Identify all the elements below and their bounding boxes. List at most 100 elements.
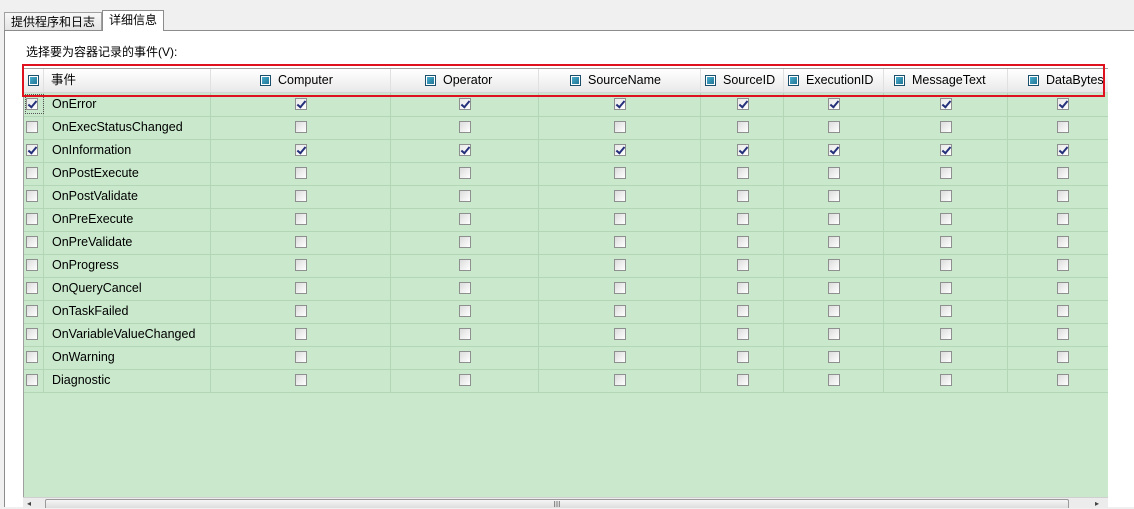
operator-checkbox[interactable] (459, 305, 471, 317)
databytes-checkbox[interactable] (1057, 121, 1069, 133)
operator-checkbox[interactable] (459, 374, 471, 386)
event-name-cell[interactable]: OnPostExecute (44, 162, 211, 185)
executionid-checkbox[interactable] (828, 98, 840, 110)
column-header-0[interactable]: 事件 (44, 69, 211, 92)
sourceid-checkbox[interactable] (737, 144, 749, 156)
sourcename-checkbox[interactable] (614, 351, 626, 363)
sourceid-checkbox[interactable] (737, 351, 749, 363)
tab-providers-and-logs[interactable]: 提供程序和日志 (4, 12, 102, 30)
sourceid-checkbox[interactable] (737, 282, 749, 294)
tab-details[interactable]: 详细信息 (102, 10, 164, 31)
computer-checkbox[interactable] (295, 236, 307, 248)
sourceid-checkbox[interactable] (737, 121, 749, 133)
computer-checkbox[interactable] (295, 167, 307, 179)
sourceid-checkbox[interactable] (737, 98, 749, 110)
column-header-4[interactable]: SourceID (701, 69, 784, 92)
column-select-checkbox[interactable] (570, 75, 581, 86)
sourcename-checkbox[interactable] (614, 282, 626, 294)
operator-checkbox[interactable] (459, 121, 471, 133)
event-name-cell[interactable]: OnPreValidate (44, 231, 211, 254)
sourcename-checkbox[interactable] (614, 236, 626, 248)
computer-checkbox[interactable] (295, 351, 307, 363)
sourcename-checkbox[interactable] (614, 374, 626, 386)
operator-checkbox[interactable] (459, 351, 471, 363)
executionid-checkbox[interactable] (828, 167, 840, 179)
sourcename-checkbox[interactable] (614, 121, 626, 133)
databytes-checkbox[interactable] (1057, 98, 1069, 110)
event-name-cell[interactable]: OnPreExecute (44, 208, 211, 231)
operator-checkbox[interactable] (459, 144, 471, 156)
messagetext-checkbox[interactable] (940, 305, 952, 317)
column-header-6[interactable]: MessageText (884, 69, 1008, 92)
databytes-checkbox[interactable] (1057, 351, 1069, 363)
operator-checkbox[interactable] (459, 98, 471, 110)
executionid-checkbox[interactable] (828, 236, 840, 248)
messagetext-checkbox[interactable] (940, 121, 952, 133)
databytes-checkbox[interactable] (1057, 282, 1069, 294)
databytes-checkbox[interactable] (1057, 190, 1069, 202)
column-header-5[interactable]: ExecutionID (784, 69, 884, 92)
sourcename-checkbox[interactable] (614, 190, 626, 202)
sourcename-checkbox[interactable] (614, 305, 626, 317)
column-select-checkbox[interactable] (1028, 75, 1039, 86)
operator-checkbox[interactable] (459, 167, 471, 179)
operator-checkbox[interactable] (459, 213, 471, 225)
databytes-checkbox[interactable] (1057, 305, 1069, 317)
executionid-checkbox[interactable] (828, 328, 840, 340)
event-enable-checkbox[interactable] (26, 328, 38, 340)
column-header-1[interactable]: Computer (211, 69, 391, 92)
databytes-checkbox[interactable] (1057, 374, 1069, 386)
event-name-cell[interactable]: OnTaskFailed (44, 300, 211, 323)
computer-checkbox[interactable] (295, 305, 307, 317)
event-enable-checkbox[interactable] (26, 213, 38, 225)
sourceid-checkbox[interactable] (737, 259, 749, 271)
event-name-cell[interactable]: OnPostValidate (44, 185, 211, 208)
column-select-checkbox[interactable] (788, 75, 799, 86)
executionid-checkbox[interactable] (828, 213, 840, 225)
operator-checkbox[interactable] (459, 236, 471, 248)
sourceid-checkbox[interactable] (737, 236, 749, 248)
column-select-checkbox[interactable] (705, 75, 716, 86)
select-all-checkbox[interactable] (28, 75, 39, 86)
event-name-cell[interactable]: OnQueryCancel (44, 277, 211, 300)
event-enable-checkbox[interactable] (26, 144, 38, 156)
column-header-3[interactable]: SourceName (539, 69, 701, 92)
executionid-checkbox[interactable] (828, 144, 840, 156)
databytes-checkbox[interactable] (1057, 259, 1069, 271)
messagetext-checkbox[interactable] (940, 190, 952, 202)
executionid-checkbox[interactable] (828, 190, 840, 202)
computer-checkbox[interactable] (295, 374, 307, 386)
event-name-cell[interactable]: OnInformation (44, 139, 211, 162)
event-enable-checkbox[interactable] (26, 190, 38, 202)
event-name-cell[interactable]: OnError (44, 93, 211, 116)
executionid-checkbox[interactable] (828, 374, 840, 386)
column-select-checkbox[interactable] (894, 75, 905, 86)
event-enable-checkbox[interactable] (26, 236, 38, 248)
sourcename-checkbox[interactable] (614, 328, 626, 340)
executionid-checkbox[interactable] (828, 305, 840, 317)
messagetext-checkbox[interactable] (940, 144, 952, 156)
databytes-checkbox[interactable] (1057, 236, 1069, 248)
sourceid-checkbox[interactable] (737, 328, 749, 340)
messagetext-checkbox[interactable] (940, 213, 952, 225)
event-enable-checkbox[interactable] (26, 259, 38, 271)
event-enable-checkbox[interactable] (26, 282, 38, 294)
computer-checkbox[interactable] (295, 259, 307, 271)
databytes-checkbox[interactable] (1057, 213, 1069, 225)
event-name-cell[interactable]: Diagnostic (44, 369, 211, 392)
databytes-checkbox[interactable] (1057, 328, 1069, 340)
sourcename-checkbox[interactable] (614, 98, 626, 110)
computer-checkbox[interactable] (295, 282, 307, 294)
sourceid-checkbox[interactable] (737, 213, 749, 225)
messagetext-checkbox[interactable] (940, 351, 952, 363)
executionid-checkbox[interactable] (828, 282, 840, 294)
column-header-2[interactable]: Operator (391, 69, 539, 92)
column-select-checkbox[interactable] (260, 75, 271, 86)
sourceid-checkbox[interactable] (737, 374, 749, 386)
executionid-checkbox[interactable] (828, 121, 840, 133)
databytes-checkbox[interactable] (1057, 144, 1069, 156)
computer-checkbox[interactable] (295, 190, 307, 202)
computer-checkbox[interactable] (295, 328, 307, 340)
sourcename-checkbox[interactable] (614, 144, 626, 156)
messagetext-checkbox[interactable] (940, 167, 952, 179)
